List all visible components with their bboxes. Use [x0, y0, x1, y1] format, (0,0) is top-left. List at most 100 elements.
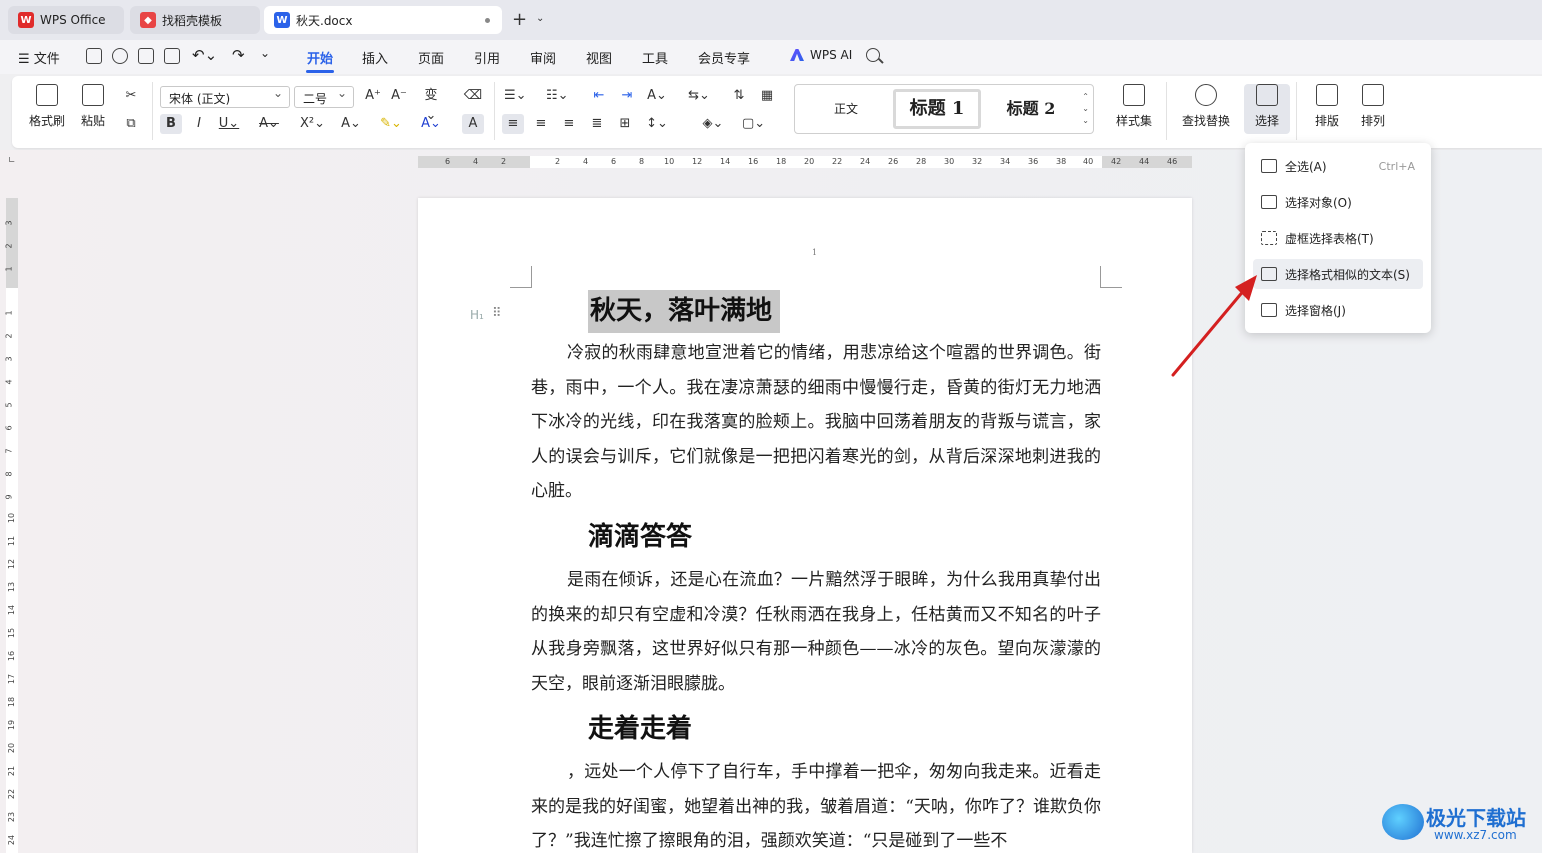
- menu-tab-home[interactable]: 开始: [307, 48, 333, 67]
- menu-item-select-objects[interactable]: 选择对象(O): [1253, 187, 1423, 217]
- print-icon[interactable]: [138, 48, 154, 64]
- char-shading-icon[interactable]: A: [462, 114, 484, 134]
- menu-tab-view[interactable]: 视图: [586, 48, 612, 67]
- arrange-button[interactable]: 排列: [1350, 84, 1396, 129]
- grow-font-icon[interactable]: A⁺: [362, 86, 384, 106]
- ruler-tick: 11: [7, 535, 17, 547]
- numbering-icon[interactable]: ☷⌄: [546, 86, 569, 106]
- drag-handle-icon[interactable]: ⠿: [492, 306, 502, 321]
- menu-tab-page[interactable]: 页面: [418, 48, 444, 67]
- phonetic-guide-icon[interactable]: 变⌄: [420, 86, 442, 123]
- quick-access-more-icon[interactable]: ⌄: [260, 46, 270, 60]
- save-icon[interactable]: [86, 48, 102, 64]
- vertical-ruler[interactable]: 3 2 1 1 2 3 4 5 6 7 8 9 10 11 12 13 14 1…: [4, 198, 18, 853]
- paragraph-3[interactable]: ，远处一个人停下了自行车，手中撑着一把伞，匆匆向我走来。近看走来的是我的好闺蜜，…: [531, 755, 1101, 853]
- clear-format-icon[interactable]: ⌫: [462, 86, 484, 106]
- bullets-icon[interactable]: ☰⌄: [504, 86, 527, 106]
- ruler-tick: 2: [4, 243, 14, 249]
- ruler-tick: 34: [1000, 157, 1011, 166]
- sort-icon[interactable]: ⇅: [728, 86, 750, 106]
- style-set-button[interactable]: 样式集: [1106, 84, 1162, 129]
- font-name-select[interactable]: 宋体 (正文): [160, 86, 290, 108]
- paragraph-text: 是雨在倾诉，还是心在流血？一片黯然浮于眼眸，为什么我用真挚付出的换来的却只有空虚…: [531, 570, 1101, 694]
- decrease-indent-icon[interactable]: ⇤: [588, 86, 610, 106]
- redo-icon[interactable]: ↷: [232, 46, 245, 64]
- style-normal[interactable]: 正文: [801, 89, 891, 129]
- cut-icon[interactable]: ✂: [120, 86, 142, 106]
- shading-icon[interactable]: ◈⌄: [702, 114, 724, 134]
- ruler-tick: 14: [7, 604, 17, 616]
- undo-icon[interactable]: ↶⌄: [192, 46, 217, 64]
- shrink-font-icon[interactable]: A⁻: [388, 86, 410, 106]
- layout-button[interactable]: 排版: [1304, 84, 1350, 129]
- tab-wps-office[interactable]: W WPS Office: [8, 6, 124, 34]
- ruler-tick: 44: [1139, 157, 1150, 166]
- style-heading-2[interactable]: 标题 2: [987, 89, 1075, 129]
- align-left-icon[interactable]: ≡: [502, 114, 524, 134]
- font-color-icon[interactable]: A⌄: [420, 114, 442, 134]
- line-break-icon[interactable]: ⇆⌄: [688, 86, 710, 106]
- format-painter-label: 格式刷: [28, 114, 65, 128]
- menu-item-selection-pane[interactable]: 选择窗格(J): [1253, 295, 1423, 325]
- paste-button[interactable]: 粘贴: [70, 84, 116, 129]
- menu-item-select-all[interactable]: 全选(A) Ctrl+A: [1253, 151, 1423, 181]
- font-size-select[interactable]: 二号: [294, 86, 354, 108]
- menu-tab-tools[interactable]: 工具: [642, 48, 668, 67]
- italic-icon[interactable]: I: [188, 114, 210, 134]
- tab-document[interactable]: W 秋天.docx: [264, 6, 502, 34]
- ruler-tick: 2: [4, 333, 14, 339]
- distributed-icon[interactable]: ⊞: [614, 114, 636, 134]
- heading-drip[interactable]: 滴滴答答: [588, 516, 692, 553]
- align-center-icon[interactable]: ≡: [530, 114, 552, 134]
- increase-indent-icon[interactable]: ⇥: [616, 86, 638, 106]
- search-icon[interactable]: [866, 48, 880, 62]
- print-preview-icon[interactable]: [164, 48, 180, 64]
- table-borders-icon[interactable]: ▦: [756, 86, 778, 106]
- format-painter-button[interactable]: 格式刷: [24, 84, 70, 129]
- horizontal-ruler[interactable]: 6 4 2 2 4 6 8 10 12 14 16 18 20 22 24 26…: [418, 156, 1192, 168]
- heading-marker-icon[interactable]: H₁: [470, 308, 484, 322]
- menu-tab-references[interactable]: 引用: [474, 48, 500, 67]
- justify-icon[interactable]: ≣: [586, 114, 608, 134]
- unsaved-dot-icon[interactable]: [485, 18, 490, 23]
- underline-icon[interactable]: U⌄: [218, 114, 240, 134]
- menu-tab-member[interactable]: 会员专享: [698, 48, 750, 67]
- document-page[interactable]: 1 H₁ ⠿ 秋天，落叶满地 冷寂的秋雨肆意地宣泄着它的情绪，用悲凉给这个喧嚣的…: [418, 198, 1192, 853]
- tab-template[interactable]: ◆ 找稻壳模板: [130, 6, 260, 34]
- menu-item-marquee-table[interactable]: 虚框选择表格(T): [1253, 223, 1423, 253]
- select-button[interactable]: 选择: [1244, 84, 1290, 129]
- paragraph-2[interactable]: 是雨在倾诉，还是心在流血？一片黯然浮于眼眸，为什么我用真挚付出的换来的却只有空虚…: [531, 563, 1101, 701]
- find-replace-button[interactable]: 查找替换: [1174, 84, 1238, 129]
- superscript-icon[interactable]: X²⌄: [300, 114, 325, 134]
- text-direction-icon[interactable]: A⌄: [646, 86, 668, 106]
- heading-autumn[interactable]: 秋天，落叶满地: [588, 290, 781, 333]
- line-spacing-icon[interactable]: ↕⌄: [646, 114, 668, 134]
- ruler-tick: 3: [4, 220, 14, 226]
- align-right-icon[interactable]: ≡: [558, 114, 580, 134]
- style-gallery-scroll-icon[interactable]: ⌃ ⌄ ⌄: [1082, 91, 1089, 127]
- bold-icon[interactable]: B: [160, 114, 182, 134]
- borders-icon[interactable]: ▢⌄: [742, 114, 765, 134]
- paragraph-1[interactable]: 冷寂的秋雨肆意地宣泄着它的情绪，用悲凉给这个喧嚣的世界调色。街巷，雨中，一个人。…: [531, 336, 1101, 509]
- file-menu[interactable]: ☰ 文件: [18, 48, 60, 67]
- ruler-tick: 17: [7, 673, 17, 685]
- ruler-corner-icon[interactable]: ∟: [8, 156, 16, 166]
- text-effect-icon[interactable]: A⌄: [340, 114, 362, 134]
- menu-tab-review[interactable]: 审阅: [530, 48, 556, 67]
- ruler-tick: 6: [445, 157, 451, 166]
- export-icon[interactable]: [112, 48, 128, 64]
- new-tab-button[interactable]: +: [512, 10, 527, 30]
- heading-walking[interactable]: 走着走着: [588, 708, 692, 745]
- ruler-tick: 38: [1056, 157, 1067, 166]
- menu-tab-insert[interactable]: 插入: [362, 48, 388, 67]
- active-tab-indicator: [306, 70, 334, 73]
- ruler-tick: 20: [7, 742, 17, 754]
- tab-list-chevron-icon[interactable]: ⌄: [536, 13, 544, 24]
- copy-icon[interactable]: ⧉: [120, 114, 142, 134]
- menu-item-select-similar-format[interactable]: 选择格式相似的文本(S): [1253, 259, 1423, 289]
- strikethrough-icon[interactable]: A⌄: [258, 114, 280, 134]
- wps-ai-button[interactable]: WPS AI: [790, 48, 852, 62]
- wps-ai-icon: [790, 49, 804, 61]
- style-heading-1[interactable]: 标题 1: [893, 89, 981, 129]
- highlight-icon[interactable]: ✎⌄: [380, 114, 402, 134]
